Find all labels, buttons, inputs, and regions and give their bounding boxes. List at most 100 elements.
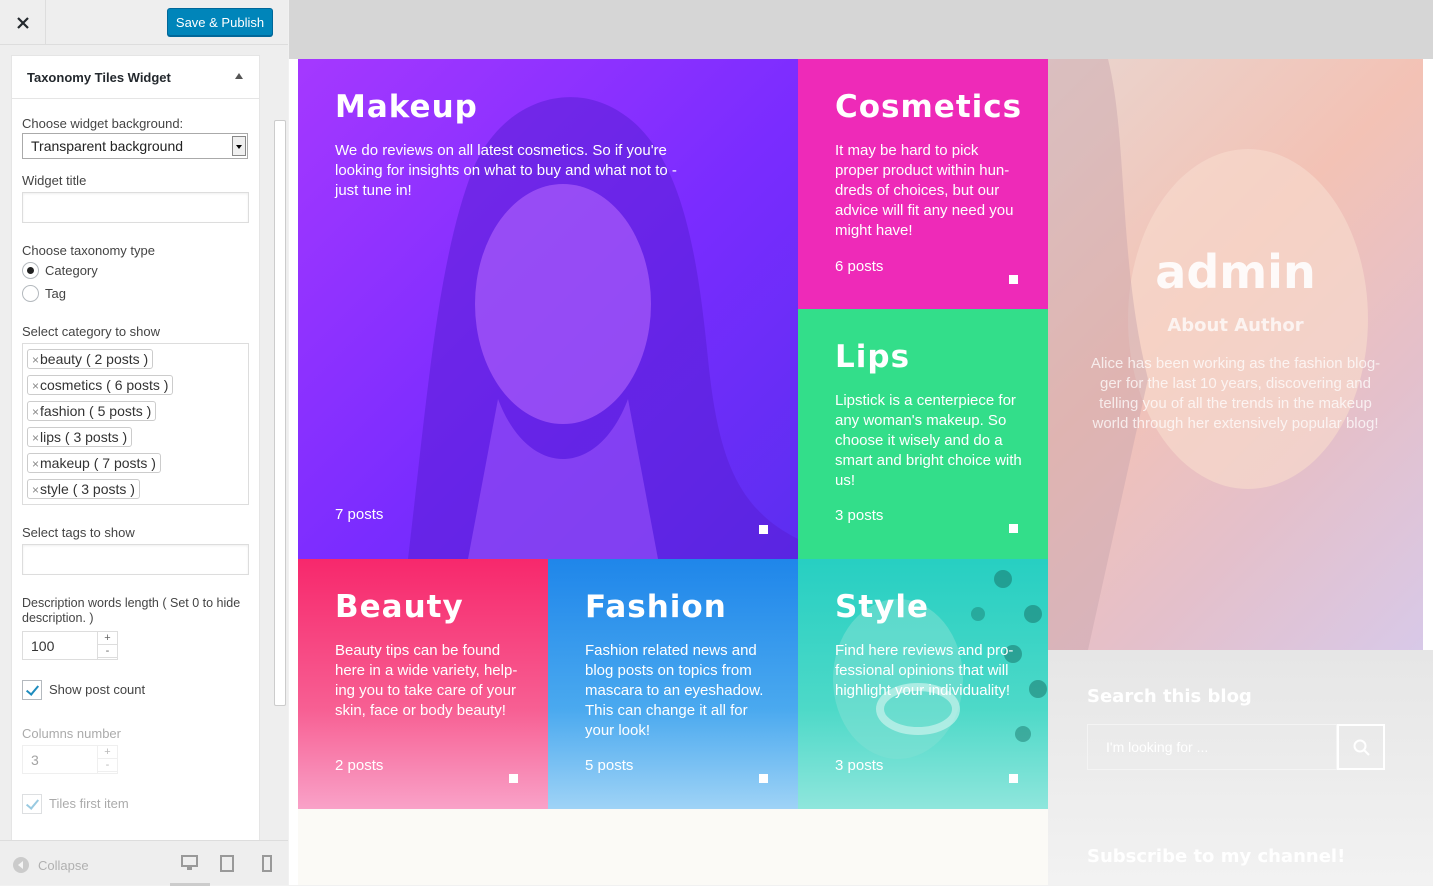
search-icon — [1353, 739, 1370, 756]
taxonomy-tiles-widget: Taxonomy Tiles Widget Choose widget back… — [11, 55, 260, 840]
radio-tag-label[interactable]: Tag — [45, 286, 66, 301]
tiles-first-item-label[interactable]: Tiles first item — [49, 796, 129, 811]
collapse-icon — [13, 857, 29, 873]
remove-icon[interactable]: × — [32, 431, 39, 445]
chevron-down-icon[interactable] — [232, 136, 246, 156]
remove-icon[interactable]: × — [32, 483, 39, 497]
tiles-first-item-checkbox[interactable] — [22, 794, 42, 814]
tile-title[interactable]: Cosmetics — [835, 89, 1022, 125]
category-chip[interactable]: ×lips ( 3 posts ) — [27, 427, 133, 447]
category-chip[interactable]: ×fashion ( 5 posts ) — [27, 401, 157, 421]
description-length-label: Description words length ( Set 0 to hide… — [22, 596, 241, 625]
device-mobile-button[interactable] — [262, 855, 272, 877]
decrement-button[interactable]: - — [98, 759, 117, 772]
tags-multiselect[interactable] — [22, 544, 249, 575]
customizer-footer: Collapse — [0, 840, 288, 886]
search-button[interactable] — [1337, 724, 1385, 770]
collapse-arrow-icon[interactable] — [235, 73, 243, 79]
category-chip[interactable]: ×cosmetics ( 6 posts ) — [27, 375, 174, 395]
increment-button[interactable]: + — [98, 746, 117, 759]
tile-title[interactable]: Fashion — [585, 589, 727, 625]
remove-icon[interactable]: × — [32, 353, 39, 367]
background-select-value: Transparent background — [31, 138, 184, 154]
tile-beauty[interactable]: Beauty Beauty tips can be found here in … — [298, 559, 548, 809]
tile-cosmetics[interactable]: Cosmetics It may be hard to pick proper … — [798, 59, 1048, 309]
collapse-button[interactable]: Collapse — [13, 857, 89, 873]
tile-corner-marker — [509, 774, 518, 783]
header-band — [289, 0, 1433, 59]
customizer-scroll-area: Taxonomy Tiles Widget Choose widget back… — [0, 45, 288, 840]
show-post-count-label[interactable]: Show post count — [49, 682, 145, 697]
save-publish-button[interactable]: Save & Publish — [167, 8, 273, 36]
remove-icon[interactable]: × — [32, 379, 39, 393]
tablet-icon — [220, 855, 234, 872]
tile-description: Beauty tips can be found here in a wide … — [335, 642, 518, 719]
about-author-text: Alice has been working as the fashion bl… — [1090, 355, 1381, 432]
tile-description: Find here reviews and pro-fessional opin… — [835, 642, 1014, 699]
remove-icon[interactable]: × — [32, 405, 39, 419]
site-preview: Makeup We do reviews on all latest cosme… — [289, 0, 1433, 885]
subscribe-widget-title: Subscribe to my channel! — [1087, 846, 1346, 867]
radio-tag[interactable] — [22, 285, 39, 302]
background-label: Choose widget background: — [22, 116, 184, 131]
radio-category[interactable] — [22, 262, 39, 279]
show-post-count-checkbox[interactable] — [22, 680, 42, 700]
close-button[interactable] — [0, 0, 46, 45]
tags-select-label: Select tags to show — [22, 525, 135, 540]
decrement-button[interactable]: - — [98, 645, 117, 658]
taxonomy-type-label: Choose taxonomy type — [22, 243, 155, 258]
desktop-icon — [181, 855, 198, 870]
tile-description: It may be hard to pick proper product wi… — [835, 142, 1014, 239]
remove-icon[interactable]: × — [32, 457, 39, 471]
tile-post-count: 3 posts — [835, 757, 884, 774]
content-below-fold — [298, 809, 1048, 885]
sidebar: admin About Author Alice has been workin… — [1048, 59, 1433, 885]
widget-title-input[interactable] — [22, 192, 249, 223]
description-length-stepper[interactable]: 100 + - — [22, 631, 118, 660]
about-author-label: About Author — [1167, 315, 1304, 336]
tile-post-count: 7 posts — [335, 506, 384, 523]
increment-button[interactable]: + — [98, 632, 117, 645]
tile-corner-marker — [1009, 774, 1018, 783]
tile-fashion[interactable]: Fashion Fashion related news and blog po… — [548, 559, 798, 809]
category-chip[interactable]: ×beauty ( 2 posts ) — [27, 349, 154, 369]
tile-title[interactable]: Style — [835, 589, 929, 625]
portrait-image — [408, 97, 798, 559]
tile-corner-marker — [1009, 275, 1018, 284]
tile-lips[interactable]: Lips Lipstick is a centerpiece for any w… — [798, 309, 1048, 559]
columns-number-stepper[interactable]: 3 + - — [22, 745, 118, 774]
tile-makeup[interactable]: Makeup We do reviews on all latest cosme… — [298, 59, 798, 559]
panel-scrollbar-thumb[interactable] — [274, 120, 286, 706]
background-select[interactable]: Transparent background — [22, 133, 248, 159]
widget-header[interactable]: Taxonomy Tiles Widget — [12, 56, 259, 99]
search-widget-title: Search this blog — [1087, 686, 1252, 707]
sidebar-lower: Search this blog I'm looking for ... Sub… — [1048, 650, 1433, 885]
radio-category-label[interactable]: Category — [45, 263, 98, 278]
tile-title[interactable]: Beauty — [335, 589, 464, 625]
mobile-icon — [262, 855, 272, 872]
tile-post-count: 2 posts — [335, 757, 384, 774]
tile-corner-marker — [759, 525, 768, 534]
category-chip[interactable]: ×style ( 3 posts ) — [27, 479, 140, 499]
tile-description: Fashion related news and blog posts on t… — [585, 642, 764, 739]
tile-title[interactable]: Lips — [835, 339, 910, 375]
customizer-header: Save & Publish — [0, 0, 288, 45]
author-name[interactable]: admin — [1048, 245, 1423, 299]
tile-description: Lipstick is a centerpiece for any woman'… — [835, 392, 1022, 489]
tile-corner-marker — [759, 774, 768, 783]
category-chip[interactable]: ×makeup ( 7 posts ) — [27, 453, 161, 473]
device-desktop-button[interactable] — [170, 841, 210, 886]
search-input[interactable]: I'm looking for ... — [1087, 724, 1337, 770]
widget-title-label: Taxonomy Tiles Widget — [27, 69, 171, 85]
close-icon — [16, 16, 29, 29]
tile-style[interactable]: Style Find here reviews and pro-fessiona… — [798, 559, 1048, 809]
tile-corner-marker — [1009, 524, 1018, 533]
author-widget: admin About Author Alice has been workin… — [1048, 59, 1423, 650]
tile-post-count: 5 posts — [585, 757, 634, 774]
device-tablet-button[interactable] — [220, 855, 234, 877]
category-multiselect[interactable]: ×beauty ( 2 posts ) ×cosmetics ( 6 posts… — [22, 343, 249, 505]
widget-title-field-label: Widget title — [22, 173, 87, 188]
tile-title[interactable]: Makeup — [335, 89, 478, 125]
category-select-label: Select category to show — [22, 324, 161, 339]
tile-description: We do reviews on all latest cosmetics. S… — [335, 142, 677, 199]
